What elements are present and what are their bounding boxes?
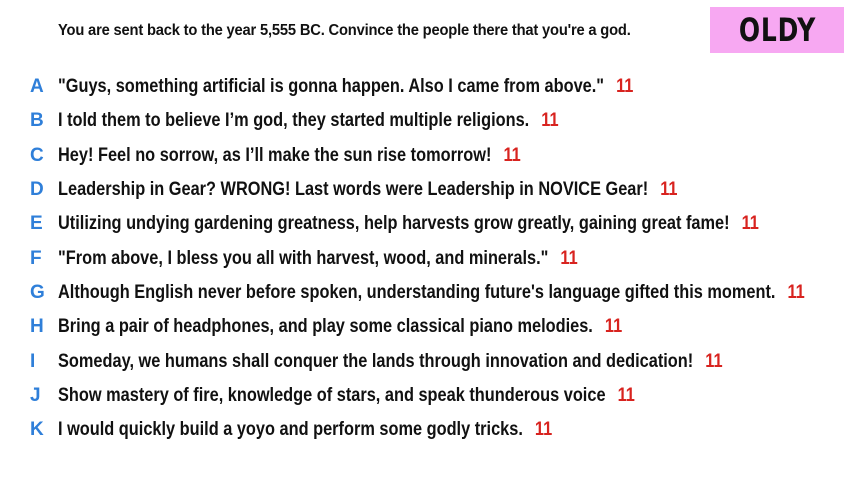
answer-line: Although English never before spoken, un… — [58, 282, 805, 304]
answer-text: Someday, we humans shall conquer the lan… — [58, 350, 694, 372]
answer-item-d: D Leadership in Gear? WRONG! Last words … — [0, 173, 853, 207]
answer-score: 11 — [705, 350, 723, 372]
answer-score: 11 — [541, 110, 559, 132]
answer-score: 11 — [741, 213, 759, 235]
answer-score: 11 — [787, 281, 805, 303]
answer-text: Utilizing undying gardening greatness, h… — [58, 213, 730, 235]
answer-line: I told them to believe I’m god, they sta… — [58, 110, 559, 132]
answer-score: 11 — [534, 419, 553, 441]
answer-text: Although English never before spoken, un… — [58, 281, 776, 303]
answer-line: Bring a pair of headphones, and play som… — [58, 316, 622, 338]
answer-line: I would quickly build a yoyo and perform… — [58, 419, 552, 441]
answer-text: Leadership in Gear? WRONG! Last words we… — [58, 179, 649, 201]
answer-text: "Guys, something artificial is gonna hap… — [58, 76, 605, 98]
answer-score: 11 — [660, 179, 678, 201]
answer-item-h: H Bring a pair of headphones, and play s… — [0, 310, 853, 344]
answer-item-a: A "Guys, something artificial is gonna h… — [0, 70, 853, 104]
answer-line: "Guys, something artificial is gonna hap… — [58, 76, 633, 98]
answer-letter: C — [30, 144, 44, 166]
answer-text: "From above, I bless you all with harves… — [58, 247, 549, 269]
answer-letter: A — [30, 76, 44, 98]
answer-score: 11 — [604, 316, 623, 338]
answer-letter: K — [30, 419, 44, 441]
answer-letter: E — [30, 213, 43, 235]
answer-text: Hey! Feel no sorrow, as I’ll make the su… — [58, 144, 492, 166]
answer-text: Bring a pair of headphones, and play som… — [58, 316, 593, 338]
answer-item-i: I Someday, we humans shall conquer the l… — [0, 344, 853, 378]
prompt-text: You are sent back to the year 5,555 BC. … — [58, 22, 631, 39]
answer-score: 11 — [616, 76, 634, 98]
answer-score: 11 — [560, 247, 578, 269]
answer-item-c: C Hey! Feel no sorrow, as I’ll make the … — [0, 139, 853, 173]
answer-letter: B — [30, 110, 44, 132]
answer-line: "From above, I bless you all with harves… — [58, 248, 578, 270]
answer-text: I told them to believe I’m god, they sta… — [58, 110, 530, 132]
answer-line: Utilizing undying gardening greatness, h… — [58, 213, 759, 235]
answer-item-k: K I would quickly build a yoyo and perfo… — [0, 413, 853, 447]
answer-item-e: E Utilizing undying gardening greatness,… — [0, 207, 853, 241]
answer-letter: F — [30, 247, 42, 269]
category-badge-label: OLDY — [738, 11, 816, 49]
answer-letter: I — [30, 350, 36, 372]
answer-letter: H — [30, 316, 44, 338]
answer-item-b: B I told them to believe I’m god, they s… — [0, 104, 853, 138]
answer-line: Someday, we humans shall conquer the lan… — [58, 351, 723, 373]
answer-line: Show mastery of fire, knowledge of stars… — [58, 385, 635, 407]
answer-score: 11 — [617, 384, 635, 406]
answer-text: I would quickly build a yoyo and perform… — [58, 419, 523, 441]
answer-line: Hey! Feel no sorrow, as I’ll make the su… — [58, 145, 521, 167]
answer-score: 11 — [503, 144, 521, 166]
answer-letter: D — [30, 179, 44, 201]
answer-line: Leadership in Gear? WRONG! Last words we… — [58, 179, 678, 201]
category-badge: OLDY — [710, 7, 844, 53]
answer-list: A "Guys, something artificial is gonna h… — [0, 70, 853, 447]
answer-item-j: J Show mastery of fire, knowledge of sta… — [0, 379, 853, 413]
answer-letter: G — [30, 281, 45, 303]
answer-item-g: G Although English never before spoken, … — [0, 276, 853, 310]
answer-item-f: F "From above, I bless you all with harv… — [0, 241, 853, 275]
answer-letter: J — [30, 384, 41, 406]
answer-text: Show mastery of fire, knowledge of stars… — [58, 384, 606, 406]
